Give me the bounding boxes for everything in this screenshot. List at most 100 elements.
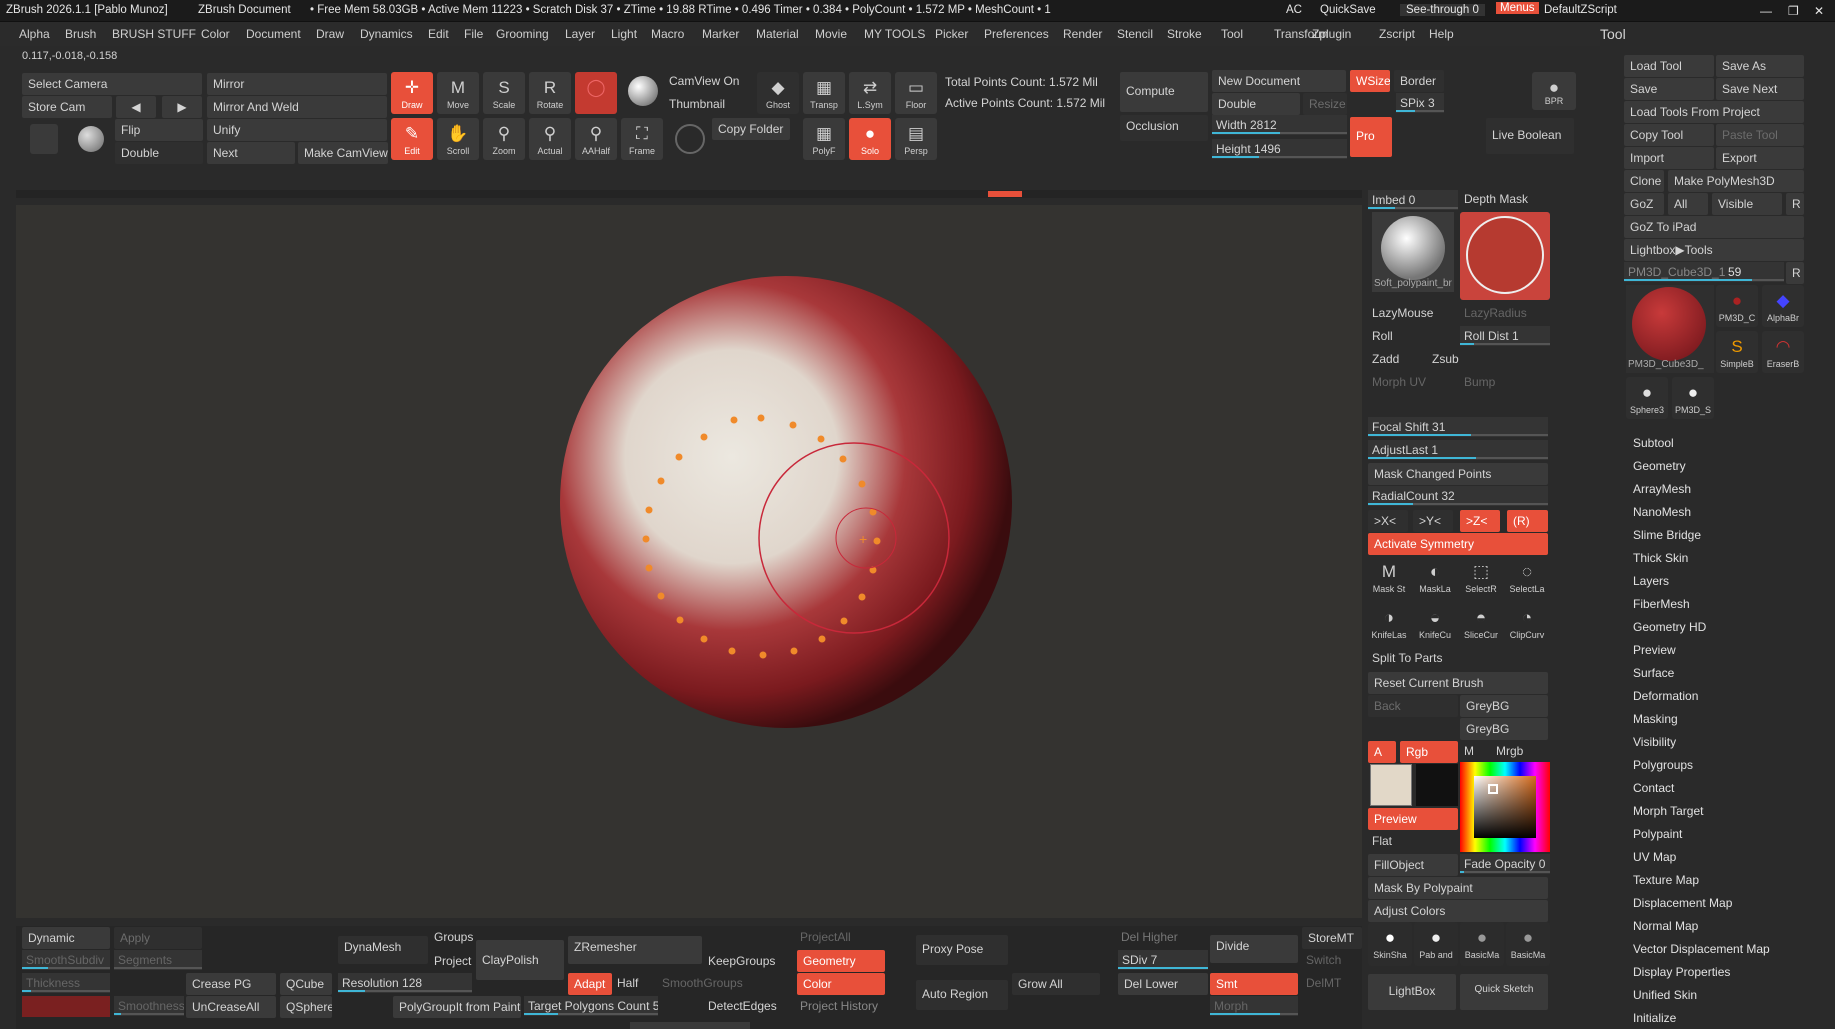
next-button[interactable]: Next xyxy=(207,142,295,164)
sdiv-slider[interactable]: SDiv 7 xyxy=(1118,950,1208,970)
color-swatch-button[interactable]: ◯ xyxy=(575,72,617,114)
section-preview[interactable]: Preview xyxy=(1633,643,1676,657)
camera-icon[interactable] xyxy=(30,124,58,154)
persp-button[interactable]: ▤ Persp xyxy=(895,118,937,160)
tool-thumb-alphabrush[interactable]: ◆ AlphaBr xyxy=(1762,285,1804,327)
goz-r-button[interactable]: R xyxy=(1786,193,1804,215)
material-sphere-icon[interactable] xyxy=(628,76,658,106)
clone-button[interactable]: Clone xyxy=(1624,170,1664,192)
new-document-button[interactable]: New Document xyxy=(1212,70,1346,92)
resolution-slider[interactable]: Resolution 128 xyxy=(338,973,472,993)
zsub-toggle[interactable]: Zsub xyxy=(1432,352,1459,366)
menu-layer[interactable]: Layer xyxy=(565,27,595,41)
proxy-pose-button[interactable]: Proxy Pose xyxy=(916,935,1008,965)
aahalf-tool[interactable]: ⚲ AAHalf xyxy=(575,118,617,160)
move-tool[interactable]: M Move xyxy=(437,72,479,114)
secondary-color-swatch[interactable] xyxy=(1416,764,1458,806)
menu-edit[interactable]: Edit xyxy=(428,27,449,41)
default-zscript[interactable]: DefaultZScript xyxy=(1544,4,1617,16)
material-skinshade[interactable]: ● SkinSha xyxy=(1368,922,1412,966)
prev-camera-icon[interactable]: ◀ xyxy=(116,96,156,118)
morph-slider[interactable]: Morph xyxy=(1210,996,1298,1016)
sym-z-toggle[interactable]: >Z< xyxy=(1460,510,1500,532)
knife-curve-tool[interactable]: ◒ KnifeCu xyxy=(1414,602,1456,644)
height-slider[interactable]: Height 1496 xyxy=(1212,139,1347,159)
morph-uv-toggle[interactable]: Morph UV xyxy=(1372,375,1426,389)
camview-label[interactable]: CamView On xyxy=(669,74,739,88)
compute-button[interactable]: Compute xyxy=(1120,72,1208,112)
floor-button[interactable]: ▭ Floor xyxy=(895,72,937,114)
lightbox-tools-button[interactable]: Lightbox▶Tools xyxy=(1624,239,1804,261)
lazyradius-slider[interactable]: LazyRadius xyxy=(1464,306,1527,320)
sym-radial-toggle[interactable]: (R) xyxy=(1507,510,1548,532)
smoothgroups-slider[interactable]: SmoothGroups xyxy=(662,976,743,990)
menus-toggle[interactable]: Menus xyxy=(1496,2,1539,14)
menu-stencil[interactable]: Stencil xyxy=(1117,27,1153,41)
rotation-toggle-icon[interactable] xyxy=(675,124,705,154)
section-initialize[interactable]: Initialize xyxy=(1633,1011,1676,1025)
zadd-toggle[interactable]: Zadd xyxy=(1372,352,1399,366)
adjust-colors-button[interactable]: Adjust Colors xyxy=(1368,900,1548,922)
zremesher-button[interactable]: ZRemesher xyxy=(568,936,702,964)
project-history-button[interactable]: Project History xyxy=(800,999,878,1013)
store-cam-button[interactable]: Store Cam xyxy=(22,96,112,118)
mask-changed-points-button[interactable]: Mask Changed Points xyxy=(1368,463,1548,485)
color-picker[interactable] xyxy=(1460,762,1550,852)
qcube-button[interactable]: QCube xyxy=(280,973,332,995)
copy-tool-button[interactable]: Copy Tool xyxy=(1624,124,1714,146)
make-camview-button[interactable]: Make CamView xyxy=(298,142,388,164)
radial-count-slider[interactable]: RadialCount 32 xyxy=(1368,486,1548,506)
geometry-toggle[interactable]: Geometry xyxy=(797,950,885,972)
section-uv-map[interactable]: UV Map xyxy=(1633,850,1676,864)
spix-slider[interactable]: SPix 3 xyxy=(1396,93,1444,113)
import-button[interactable]: Import xyxy=(1624,147,1714,169)
solo-button[interactable]: ● Solo xyxy=(849,118,891,160)
quicksave-button[interactable]: QuickSave xyxy=(1320,4,1376,16)
bpr-button[interactable]: ● BPR xyxy=(1532,72,1576,110)
m-toggle[interactable]: M xyxy=(1464,744,1474,758)
sculpt-sphere[interactable] xyxy=(560,276,1012,728)
apply-button[interactable]: Apply xyxy=(114,927,202,949)
next-camera-icon[interactable]: ▶ xyxy=(162,96,202,118)
fade-opacity-slider[interactable]: Fade Opacity 0 xyxy=(1460,854,1550,874)
menu-color[interactable]: Color xyxy=(201,27,230,41)
border-button[interactable]: Border xyxy=(1394,70,1444,92)
goz-to-ipad-button[interactable]: GoZ To iPad xyxy=(1624,216,1804,238)
close-icon[interactable]: ✕ xyxy=(1814,4,1824,18)
material-basic-1[interactable]: ● BasicMa xyxy=(1460,922,1504,966)
polygroupit-from-paint-button[interactable]: PolyGroupIt from Paint xyxy=(393,996,521,1018)
keepgroups-toggle[interactable]: KeepGroups xyxy=(708,954,775,968)
roll-dist-slider[interactable]: Roll Dist 1 xyxy=(1460,326,1550,346)
minimize-icon[interactable]: — xyxy=(1760,4,1772,18)
make-polymesh3d-button[interactable]: Make PolyMesh3D xyxy=(1668,170,1804,192)
del-lower-button[interactable]: Del Lower xyxy=(1118,973,1208,995)
menu-movie[interactable]: Movie xyxy=(815,27,847,41)
adjust-last-slider[interactable]: AdjustLast 1 xyxy=(1368,440,1548,460)
material-basic-2[interactable]: ● BasicMa xyxy=(1506,922,1550,966)
paste-tool-button[interactable]: Paste Tool xyxy=(1716,124,1804,146)
load-tool-button[interactable]: Load Tool xyxy=(1624,55,1714,77)
color-picker-square[interactable] xyxy=(1474,776,1536,838)
lsym-button[interactable]: ⇄ L.Sym xyxy=(849,72,891,114)
dynamic-button[interactable]: Dynamic xyxy=(22,927,110,949)
section-nanomesh[interactable]: NanoMesh xyxy=(1633,505,1691,519)
adapt-toggle[interactable]: Adapt xyxy=(568,973,612,995)
divide-button[interactable]: Divide xyxy=(1210,935,1298,963)
claypolish-button[interactable]: ClayPolish xyxy=(476,940,564,980)
section-contact[interactable]: Contact xyxy=(1633,781,1674,795)
goz-visible-button[interactable]: Visible xyxy=(1712,193,1782,215)
menu-picker[interactable]: Picker xyxy=(935,27,968,41)
section-vector-displacement-map[interactable]: Vector Displacement Map xyxy=(1633,942,1770,956)
menu-material[interactable]: Material xyxy=(756,27,799,41)
draw-tool[interactable]: ✛ Draw xyxy=(391,72,433,114)
occlusion-button[interactable]: Occlusion xyxy=(1120,115,1208,141)
menu-zscript[interactable]: Help xyxy=(1429,27,1454,41)
frame-tool[interactable]: ⛶ Frame xyxy=(621,118,663,160)
menu-brush-stuff[interactable]: BRUSH STUFF xyxy=(112,27,196,41)
menu-stroke[interactable]: Stroke xyxy=(1167,27,1202,41)
menu-render[interactable]: Render xyxy=(1063,27,1102,41)
save-button[interactable]: Save xyxy=(1624,78,1714,100)
section-geometry[interactable]: Geometry xyxy=(1633,459,1686,473)
grow-all-button[interactable]: Grow All xyxy=(1012,973,1100,995)
section-visibility[interactable]: Visibility xyxy=(1633,735,1676,749)
